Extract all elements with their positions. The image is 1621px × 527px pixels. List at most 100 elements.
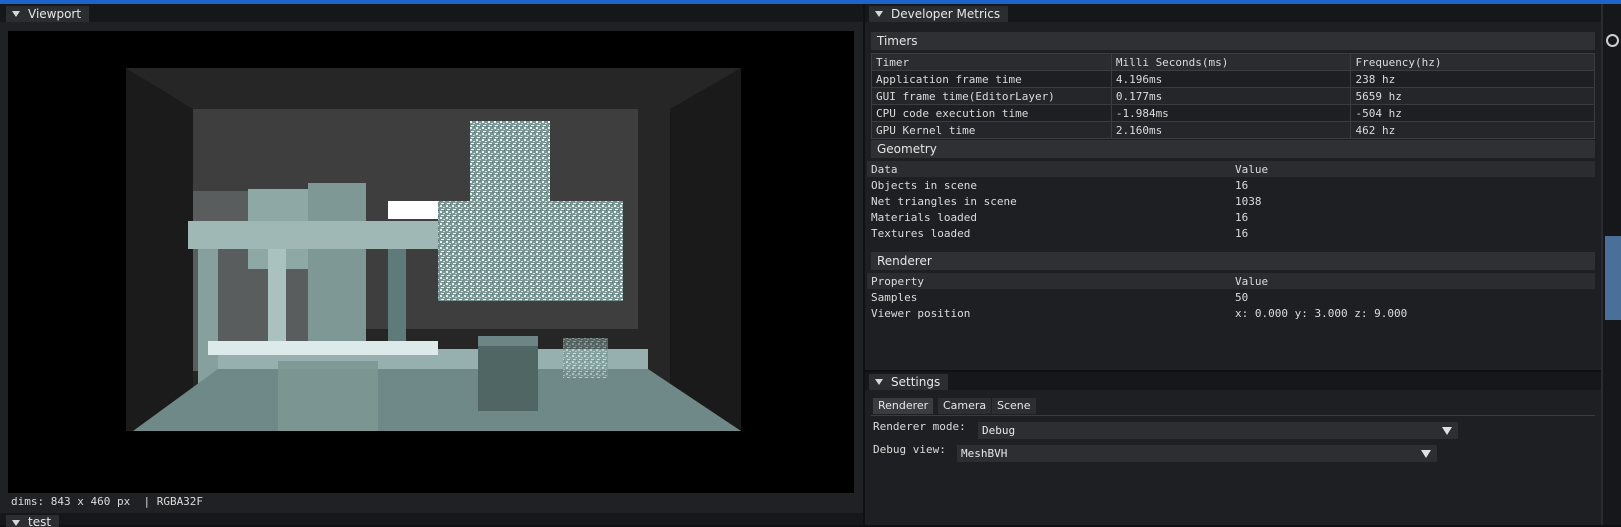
tab-test[interactable]: test xyxy=(6,515,60,527)
table-cell: GPU Kernel time xyxy=(871,121,1112,139)
table-cell: -1.984ms xyxy=(1110,104,1352,122)
tab-developer-metrics-label: Developer Metrics xyxy=(891,7,1001,21)
table-row: GUI frame time(EditorLayer) 0.177ms 5659… xyxy=(871,87,1595,105)
table-row: GPU Kernel time 2.160ms 462 hz xyxy=(871,121,1595,139)
table-cell: Net triangles in scene xyxy=(871,194,1017,208)
scene-pillar-b xyxy=(308,183,366,363)
tab-test-label: test xyxy=(28,515,52,527)
table-cell: x: 0.000 y: 3.000 z: 9.000 xyxy=(1235,306,1408,320)
timers-title: Timers xyxy=(877,34,918,48)
table-cell: 462 hz xyxy=(1350,121,1595,139)
table-cell: 2.160ms xyxy=(1110,121,1352,139)
table-cell: Textures loaded xyxy=(871,226,971,240)
column-header[interactable]: Frequency(hz) xyxy=(1350,53,1595,71)
timers-header[interactable]: Timers xyxy=(871,32,1595,50)
geometry-title: Geometry xyxy=(877,142,937,156)
scene-tex-block-top xyxy=(470,121,550,201)
scene-bright-strip xyxy=(208,341,438,355)
table-cell: -504 hz xyxy=(1350,104,1595,122)
metrics-tabbar: Developer Metrics xyxy=(865,4,1601,22)
table-cell: Samples xyxy=(871,290,918,304)
right-clipped-window xyxy=(1601,4,1621,525)
collapse-triangle-icon[interactable] xyxy=(12,11,20,17)
table-cell: 5659 hz xyxy=(1350,87,1595,105)
renderer-mode-dropdown[interactable]: Debug xyxy=(978,422,1458,439)
table-row: Samples 50 xyxy=(867,289,1595,305)
rendered-scene-image xyxy=(126,68,741,431)
settings-tabbar: Settings xyxy=(865,372,1601,390)
table-cell: 16 xyxy=(1235,226,1249,240)
right-window-blue-block xyxy=(1605,236,1621,320)
tab-viewport[interactable]: Viewport xyxy=(6,6,90,22)
tab-camera[interactable]: Camera xyxy=(938,398,992,414)
collapse-triangle-icon[interactable] xyxy=(875,11,883,17)
tab-developer-metrics[interactable]: Developer Metrics xyxy=(869,6,1009,22)
table-cell: 4.196ms xyxy=(1110,70,1352,88)
tab-scene[interactable]: Scene xyxy=(992,398,1036,414)
dropdown-arrow-icon xyxy=(1421,450,1431,458)
collapse-triangle-icon[interactable] xyxy=(875,379,883,385)
render-view[interactable] xyxy=(8,31,854,493)
debug-view-dropdown[interactable]: MeshBVH xyxy=(957,445,1437,462)
table-row: Objects in scene 16 xyxy=(867,177,1595,193)
timers-table: Timer Milli Seconds(ms) Frequency(hz) Ap… xyxy=(871,53,1595,139)
scene-planter-rim xyxy=(478,336,538,346)
tab-viewport-label: Viewport xyxy=(28,7,82,21)
renderer-table: Property Value Samples 50 Viewer positio… xyxy=(867,273,1595,321)
viewport-panel: Viewport dims: 843 x 460 px | RGBA32F xyxy=(0,4,863,513)
table-row: Application frame time 4.196ms 238 hz xyxy=(871,70,1595,88)
search-icon[interactable] xyxy=(1606,34,1619,47)
scene-right-wall xyxy=(670,68,741,431)
renderer-mode-value: Debug xyxy=(982,424,1016,437)
scene-floor-front xyxy=(133,369,741,431)
table-cell: Application frame time xyxy=(871,70,1112,88)
table-header-row: Property Value xyxy=(867,273,1595,289)
scene-roof-slab xyxy=(188,221,448,249)
table-cell: 0.177ms xyxy=(1110,87,1352,105)
developer-metrics-panel: Developer Metrics Timers Timer Milli Sec… xyxy=(865,4,1601,370)
scene-plant-patch xyxy=(563,338,608,378)
table-row: Net triangles in scene 1038 xyxy=(867,193,1595,209)
table-cell: 16 xyxy=(1235,178,1249,192)
viewport-tabbar: Viewport xyxy=(0,4,863,22)
geometry-table: Data Value Objects in scene 16 Net trian… xyxy=(867,161,1595,241)
table-row: Textures loaded 16 xyxy=(867,225,1595,241)
table-row: CPU code execution time -1.984ms -504 hz xyxy=(871,104,1595,122)
table-cell: 238 hz xyxy=(1350,70,1595,88)
table-header-row: Timer Milli Seconds(ms) Frequency(hz) xyxy=(871,53,1595,71)
table-cell: Objects in scene xyxy=(871,178,977,192)
collapse-triangle-icon[interactable] xyxy=(12,520,20,526)
column-header[interactable]: Milli Seconds(ms) xyxy=(1110,53,1352,71)
tab-renderer[interactable]: Renderer xyxy=(873,398,934,414)
renderer-mode-label: Renderer mode: xyxy=(873,420,966,433)
scene-left-wall xyxy=(126,68,193,431)
column-header[interactable]: Value xyxy=(1231,273,1595,289)
table-cell: 16 xyxy=(1235,210,1249,224)
settings-panel: Settings Renderer Camera Scene Renderer … xyxy=(865,372,1601,525)
table-cell: 1038 xyxy=(1235,194,1262,208)
scene-planter-box xyxy=(478,343,538,411)
tab-settings-label: Settings xyxy=(891,375,941,389)
table-cell: Viewer position xyxy=(871,306,971,320)
bottom-dock-panel: test xyxy=(0,513,863,527)
scene-lower-block xyxy=(278,361,378,431)
table-row: Materials loaded 16 xyxy=(867,209,1595,225)
table-row: Viewer position x: 0.000 y: 3.000 z: 9.0… xyxy=(867,305,1595,321)
table-cell: GUI frame time(EditorLayer) xyxy=(871,87,1112,105)
tab-settings[interactable]: Settings xyxy=(869,374,949,390)
column-header[interactable]: Timer xyxy=(871,53,1112,71)
renderer-header[interactable]: Renderer xyxy=(871,252,1595,270)
scene-light-slot xyxy=(388,201,443,219)
column-header[interactable]: Property xyxy=(867,273,1231,289)
scene-tex-block-main xyxy=(438,201,623,301)
debug-view-value: MeshBVH xyxy=(961,447,1008,460)
table-cell: 50 xyxy=(1235,290,1249,304)
right-window-border xyxy=(1601,4,1603,525)
column-header[interactable]: Data xyxy=(867,161,1231,177)
geometry-header[interactable]: Geometry xyxy=(871,140,1595,158)
viewport-status-text: dims: 843 x 460 px | RGBA32F xyxy=(11,495,204,508)
column-header[interactable]: Value xyxy=(1231,161,1595,177)
settings-tab-underline xyxy=(871,415,1595,416)
dropdown-arrow-icon xyxy=(1442,427,1452,435)
renderer-title: Renderer xyxy=(877,254,932,268)
